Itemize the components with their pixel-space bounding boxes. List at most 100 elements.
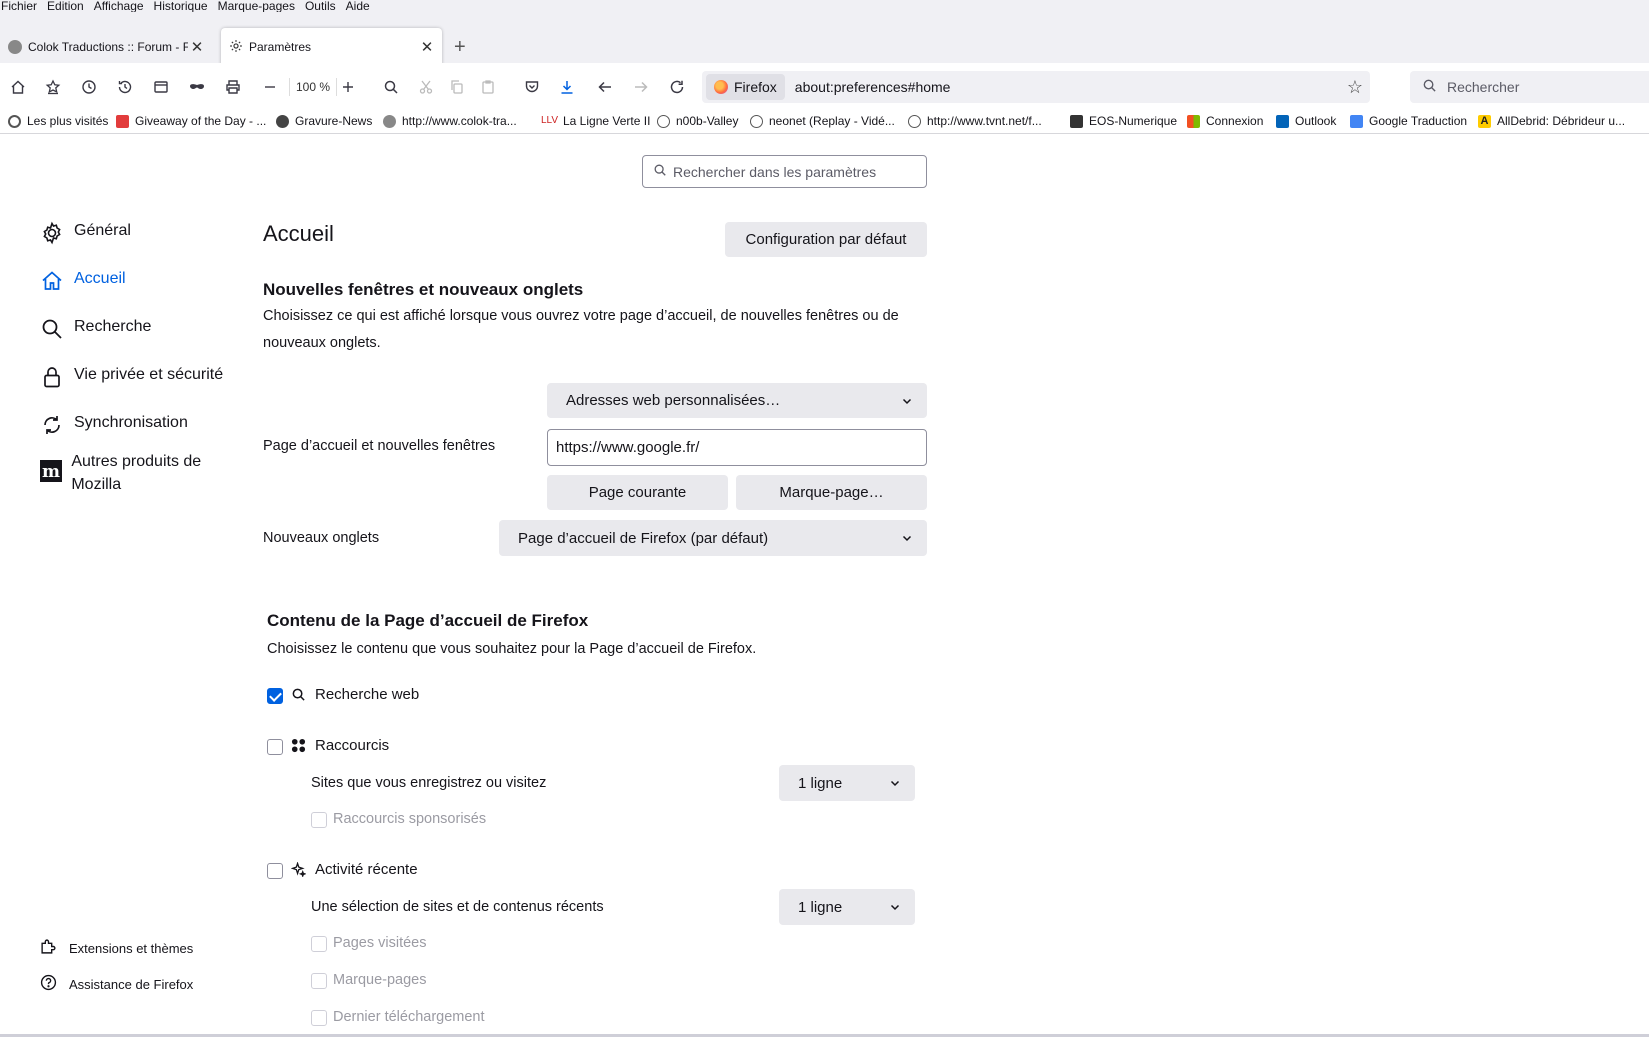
close-icon[interactable]: ✕: [418, 38, 436, 56]
bookmark-outlook[interactable]: Outlook: [1276, 114, 1336, 128]
bookmark-gravure-news[interactable]: Gravure-News: [276, 114, 372, 128]
puzzle-icon: [40, 938, 69, 958]
new-tabs-select[interactable]: Page d’accueil de Firefox (par défaut): [499, 520, 927, 556]
extensions-themes-link[interactable]: Extensions et thèmes: [40, 938, 193, 958]
use-current-page-button[interactable]: Page courante: [547, 475, 728, 510]
private-mask-icon[interactable]: [186, 76, 208, 98]
chevron-down-icon: [890, 904, 900, 911]
category-label: Autres produits de Mozilla: [71, 453, 202, 493]
print-icon[interactable]: [222, 76, 244, 98]
shortcuts-option: Raccourcis: [291, 737, 389, 754]
tab-strip: Colok Traductions :: Forum - Fir ✕ Param…: [0, 12, 1649, 66]
visited-pages-checkbox[interactable]: [311, 936, 327, 952]
google-translate-icon: [1350, 114, 1363, 128]
download-icon[interactable]: [556, 76, 578, 98]
bookmark-neonet[interactable]: neonet (Replay - Vidé...: [750, 114, 895, 128]
mozilla-logo-icon: m: [38, 457, 63, 485]
tab-colok-forum[interactable]: Colok Traductions :: Forum - Fir ✕: [0, 29, 212, 65]
bookmark-google-traduction[interactable]: Google Traduction: [1350, 114, 1467, 128]
search-bar[interactable]: Rechercher: [1410, 71, 1649, 103]
tab-label: Paramètres: [249, 40, 312, 54]
section-description: Choisissez ce qui est affiché lorsque vo…: [263, 308, 899, 351]
bookmark-connexion[interactable]: Connexion: [1187, 114, 1263, 128]
site-favicon: [908, 114, 921, 128]
zoom-in-icon[interactable]: [337, 76, 359, 98]
category-general[interactable]: Général: [38, 219, 131, 247]
bookmark-giveaway[interactable]: Giveaway of the Day - ...: [116, 114, 266, 128]
firefox-support-link[interactable]: Assistance de Firefox: [40, 974, 193, 994]
back-arrow-icon[interactable]: [594, 76, 616, 98]
bookmark-alldebrid[interactable]: A AllDebrid: Débrideur u...: [1478, 114, 1625, 128]
recent-activity-sub-label: Une sélection de sites et de contenus ré…: [311, 899, 604, 915]
identity-label: Firefox: [734, 79, 777, 95]
new-tab-button[interactable]: +: [454, 36, 466, 59]
sponsored-shortcuts-label: Raccourcis sponsorisés: [333, 811, 487, 827]
new-tabs-label: Nouveaux onglets: [263, 530, 380, 546]
web-search-checkbox[interactable]: [267, 688, 283, 704]
menu-edit[interactable]: Edition: [47, 0, 84, 12]
shortcuts-checkbox[interactable]: [267, 739, 283, 755]
outlook-logo-icon: [1276, 114, 1289, 128]
web-search-option: Recherche web: [291, 686, 419, 703]
tab-settings[interactable]: Paramètres ✕: [221, 28, 442, 66]
copy-icon[interactable]: [446, 76, 468, 98]
last-download-checkbox[interactable]: [311, 1010, 327, 1026]
category-sync[interactable]: Synchronisation: [38, 411, 188, 439]
nav-toolbar: 100 % Firefox about:preferences#home ☆ R…: [0, 63, 1649, 111]
zoom-level[interactable]: 100 %: [289, 78, 338, 96]
menu-history[interactable]: Historique: [154, 0, 208, 12]
search-icon: [643, 163, 673, 180]
bookmark-tvnt[interactable]: http://www.tvnt.net/f...: [908, 114, 1042, 128]
star-icon[interactable]: ☆: [1340, 77, 1370, 98]
shortcuts-rows-select[interactable]: 1 ligne: [779, 765, 915, 801]
disc-icon: [276, 114, 289, 128]
sidebar-icon[interactable]: [150, 76, 172, 98]
bookmark-n00b-valley[interactable]: n00b-Valley: [657, 114, 738, 128]
category-more-from-mozilla[interactable]: m Autres produits de Mozilla: [38, 450, 238, 496]
close-icon[interactable]: ✕: [188, 38, 206, 56]
menu-file[interactable]: Fichier: [1, 0, 37, 12]
lock-icon: [38, 363, 66, 391]
visited-pages-label: Pages visitées: [333, 935, 427, 951]
category-search[interactable]: Recherche: [38, 315, 151, 343]
svg-text:m: m: [42, 462, 60, 482]
menu-help[interactable]: Aide: [346, 0, 370, 12]
sponsored-shortcuts-checkbox[interactable]: [311, 812, 327, 828]
clock-icon[interactable]: [78, 76, 100, 98]
menu-view[interactable]: Affichage: [94, 0, 144, 12]
url-text[interactable]: about:preferences#home: [795, 79, 1340, 95]
restore-defaults-button[interactable]: Configuration par défaut: [725, 222, 927, 257]
cut-icon[interactable]: [415, 76, 437, 98]
category-home[interactable]: Accueil: [38, 267, 126, 295]
bookmarks-toolbar: Les plus visités Giveaway of the Day - .…: [0, 111, 1649, 134]
preferences-search-input[interactable]: Rechercher dans les paramètres: [642, 155, 927, 188]
bookmarks-checkbox[interactable]: [311, 973, 327, 989]
search-icon[interactable]: [380, 76, 402, 98]
use-bookmark-button[interactable]: Marque-page…: [736, 475, 927, 510]
section-heading: Nouvelles fenêtres et nouveaux onglets: [263, 280, 584, 299]
llv-logo-icon: LLV: [541, 114, 559, 126]
bookmark-most-visited[interactable]: Les plus visités: [8, 114, 108, 128]
reload-icon[interactable]: [666, 76, 688, 98]
forward-arrow-icon[interactable]: [630, 76, 652, 98]
recent-activity-rows-select[interactable]: 1 ligne: [779, 889, 915, 925]
bookmark-star-list-icon[interactable]: [42, 76, 64, 98]
category-privacy[interactable]: Vie privée et sécurité: [38, 363, 223, 391]
paste-icon[interactable]: [477, 76, 499, 98]
bookmark-eos-numerique[interactable]: EOS-Numerique: [1070, 114, 1177, 128]
recent-activity-checkbox[interactable]: [267, 863, 283, 879]
identity-box[interactable]: Firefox: [706, 74, 785, 100]
homepage-mode-select[interactable]: Adresses web personnalisées…: [547, 383, 927, 418]
zoom-out-icon[interactable]: [259, 76, 281, 98]
home-icon[interactable]: [7, 76, 29, 98]
pocket-icon[interactable]: [521, 76, 543, 98]
section-description: Choisissez le contenu que vous souhaitez…: [267, 641, 757, 657]
bookmark-ligne-verte[interactable]: LLV La Ligne Verte II: [541, 114, 650, 128]
url-bar[interactable]: Firefox about:preferences#home ☆: [702, 71, 1370, 103]
last-download-label: Dernier téléchargement: [333, 1009, 485, 1025]
menu-bookmarks[interactable]: Marque-pages: [218, 0, 295, 12]
homepage-url-input[interactable]: https://www.google.fr/: [547, 429, 927, 466]
menu-tools[interactable]: Outils: [305, 0, 336, 12]
history-icon[interactable]: [114, 76, 136, 98]
bookmark-colok[interactable]: http://www.colok-tra...: [383, 114, 517, 128]
